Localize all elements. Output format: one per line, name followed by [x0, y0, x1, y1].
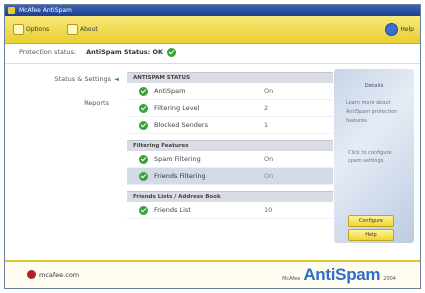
- help-icon: [385, 22, 399, 36]
- nav-item-label: Reports: [84, 99, 109, 107]
- check-icon: [139, 205, 148, 215]
- mcafee-logo-icon: [27, 270, 36, 279]
- sidebar-title: Details: [364, 83, 384, 89]
- setting-value: 10: [264, 206, 273, 214]
- section-header-antispam-status: ANTISPAM STATUS: [127, 72, 333, 83]
- setting-label: Friends Filtering: [154, 172, 206, 180]
- nav-arrow-icon: ◄: [114, 75, 119, 83]
- toolbar: Options About Help: [5, 16, 420, 44]
- options-icon: [13, 23, 24, 35]
- app-icon: [8, 7, 15, 14]
- settings-panel: ANTISPAM STATUS AntiSpam On Filtering Le…: [127, 72, 333, 219]
- setting-value: On: [264, 155, 274, 163]
- setting-row-filtering-level[interactable]: Filtering Level 2: [127, 100, 333, 117]
- sidebar-help-button[interactable]: Help: [348, 229, 394, 241]
- status-line: Protection status: AntiSpam Status: OK: [5, 43, 420, 61]
- sidebar-text: Learn more about AntiSpam protection fea…: [346, 100, 398, 124]
- check-icon: [139, 171, 148, 181]
- window-title: McAfee AntiSpam: [19, 7, 72, 14]
- help-label: Help: [400, 25, 414, 33]
- setting-label: Friends List: [154, 206, 191, 214]
- about-label: About: [80, 25, 98, 33]
- setting-value: 1: [264, 121, 269, 129]
- divider: [5, 63, 420, 64]
- setting-row-blocked-senders[interactable]: Blocked Senders 1: [127, 117, 333, 134]
- status-prefix: Protection status:: [19, 48, 77, 56]
- setting-label: Blocked Senders: [154, 121, 208, 129]
- sidebar-text-secondary: Click to configure spam settings.: [348, 150, 392, 164]
- footer: mcafee.com McAfee AntiSpam 2004: [5, 260, 420, 288]
- check-icon: [139, 154, 148, 164]
- configure-button[interactable]: Configure: [348, 215, 394, 227]
- product-brand: McAfee AntiSpam 2004: [282, 265, 396, 285]
- nav-item-reports[interactable]: Reports: [84, 99, 109, 107]
- setting-label: Filtering Level: [154, 104, 200, 112]
- title-bar: McAfee AntiSpam: [5, 5, 420, 16]
- setting-row-spam-filtering[interactable]: Spam Filtering On: [127, 151, 333, 168]
- about-icon: [67, 23, 78, 35]
- options-label: Options: [26, 25, 50, 33]
- section-header-filtering-features: Filtering Features: [127, 140, 333, 151]
- setting-row-antispam[interactable]: AntiSpam On: [127, 83, 333, 100]
- details-sidebar: Details Learn more about AntiSpam protec…: [334, 69, 414, 243]
- help-button[interactable]: Help: [385, 22, 414, 36]
- check-icon: [139, 86, 148, 96]
- status-ok-icon: [167, 47, 177, 57]
- setting-label: AntiSpam: [154, 87, 186, 95]
- options-button[interactable]: Options: [13, 22, 49, 36]
- nav-item-label: Status & Settings: [54, 75, 111, 83]
- setting-value: 2: [264, 104, 269, 112]
- mcafee-link[interactable]: mcafee.com: [27, 270, 79, 279]
- check-icon: [139, 103, 148, 113]
- setting-value: On: [264, 87, 274, 95]
- setting-row-friends-filtering[interactable]: Friends Filtering On: [127, 168, 333, 185]
- about-button[interactable]: About: [67, 22, 98, 36]
- setting-value: On: [264, 172, 274, 180]
- brand-name: AntiSpam: [303, 265, 381, 284]
- setting-label: Spam Filtering: [154, 155, 201, 163]
- brand-prefix: McAfee: [282, 276, 301, 282]
- status-label: AntiSpam Status: OK: [86, 48, 164, 56]
- section-header-friends-lists: Friends Lists / Address Book: [127, 191, 333, 202]
- brand-suffix: 2004: [383, 276, 396, 282]
- app-window: McAfee AntiSpam Options About Help Prote…: [4, 4, 421, 289]
- check-icon: [139, 120, 148, 130]
- mcafee-link-label: mcafee.com: [39, 270, 80, 279]
- nav-item-status-settings[interactable]: Status & Settings ◄: [54, 75, 119, 83]
- setting-row-friends-list[interactable]: Friends List 10: [127, 202, 333, 219]
